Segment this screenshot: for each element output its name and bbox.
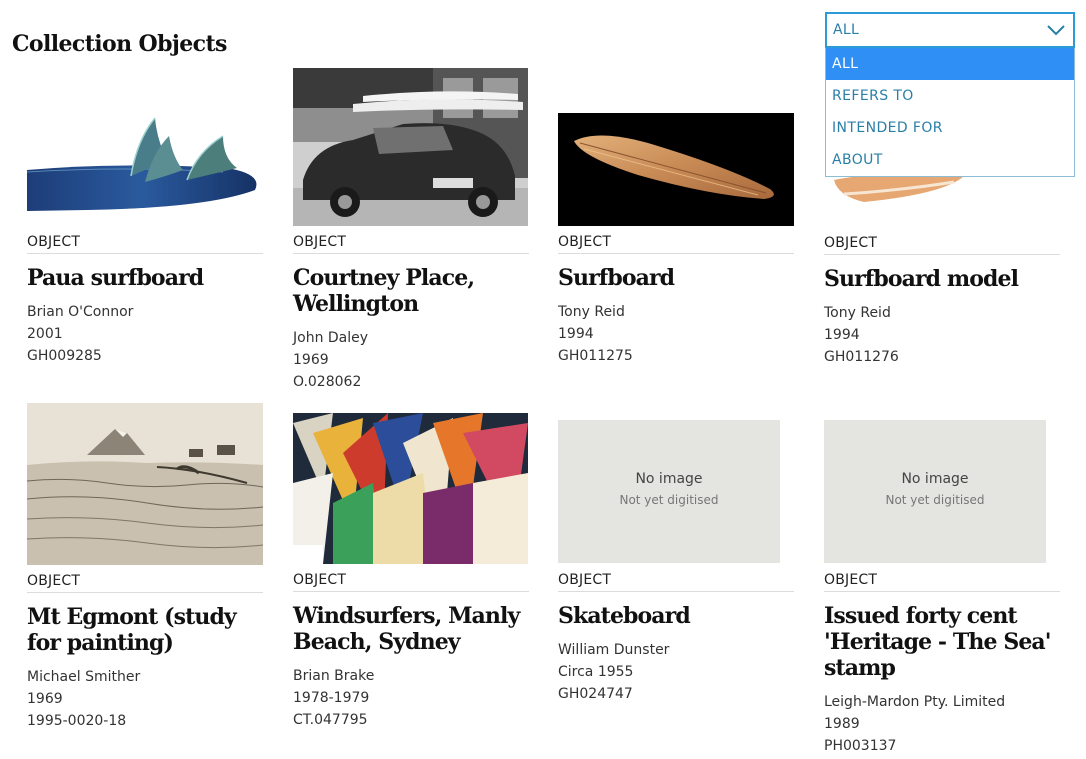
filter-option-all[interactable]: ALL [826,48,1074,80]
object-maker: Tony Reid [824,305,891,321]
object-title[interactable]: Paua surfboard [27,265,267,291]
no-image-title: No image [901,471,969,487]
object-maker: Leigh-Mardon Pty. Limited [824,694,1006,710]
filter-option-refers-to[interactable]: REFERS TO [826,80,1074,112]
object-date: 1969 [27,691,63,707]
object-type-label: OBJECT [27,234,263,254]
object-registration: GH011276 [824,349,899,365]
object-date: 1978-1979 [293,690,370,706]
object-registration: GH011275 [558,348,633,364]
object-registration: CT.047795 [293,712,368,728]
object-title[interactable]: Mt Egmont (study for painting) [27,604,267,656]
object-image[interactable] [27,110,263,214]
object-date: 1969 [293,352,329,368]
object-date: 1994 [824,327,860,343]
object-meta: Tony Reid 1994 GH011276 [824,302,899,368]
filter-option-about[interactable]: ABOUT [826,144,1074,176]
object-title[interactable]: Skateboard [558,603,798,629]
object-registration: PH003137 [824,738,897,754]
object-meta: Tony Reid 1994 GH011275 [558,301,633,367]
chevron-down-icon [1047,21,1065,40]
object-maker: William Dunster [558,642,670,658]
object-title[interactable]: Windsurfers, Manly Beach, Sydney [293,603,533,655]
object-registration: GH024747 [558,686,633,702]
object-maker: Brian O'Connor [27,304,134,320]
no-image-placeholder[interactable]: No image Not yet digitised [558,420,780,563]
object-maker: John Daley [293,330,369,346]
object-type-label: OBJECT [558,234,794,254]
object-meta: William Dunster Circa 1955 GH024747 [558,639,669,705]
object-meta: Leigh-Mardon Pty. Limited 1989 PH003137 [824,691,1005,757]
object-type-label: OBJECT [824,572,1060,592]
object-type-label: OBJECT [824,235,1060,255]
filter-options-menu: ALL REFERS TO INTENDED FOR ABOUT [825,48,1075,177]
object-date: 1994 [558,326,594,342]
object-type-label: OBJECT [27,573,263,593]
object-type-label: OBJECT [558,572,794,592]
object-type-label: OBJECT [293,234,529,254]
object-meta: John Daley 1969 O.028062 [293,327,368,393]
object-maker: Tony Reid [558,304,625,320]
object-maker: Brian Brake [293,668,375,684]
object-title[interactable]: Surfboard model [824,266,1064,292]
relation-filter-dropdown[interactable]: ALL ALL REFERS TO INTENDED FOR ABOUT [825,12,1075,177]
object-maker: Michael Smither [27,669,141,685]
object-title[interactable]: Surfboard [558,265,798,291]
no-image-placeholder[interactable]: No image Not yet digitised [824,420,1046,563]
page-title: Collection Objects [12,31,227,57]
object-date: 1989 [824,716,860,732]
object-image[interactable] [293,68,528,226]
object-registration: GH009285 [27,348,102,364]
selected-filter-value: ALL [833,22,860,38]
no-image-subtitle: Not yet digitised [619,493,719,507]
no-image-subtitle: Not yet digitised [885,493,985,507]
object-registration: O.028062 [293,374,362,390]
object-meta: Brian O'Connor 2001 GH009285 [27,301,133,367]
relation-filter-select[interactable]: ALL [825,12,1075,48]
object-date: Circa 1955 [558,664,634,680]
filter-option-intended-for[interactable]: INTENDED FOR [826,112,1074,144]
object-title[interactable]: Issued forty cent 'Heritage - The Sea' s… [824,603,1064,681]
object-image[interactable] [558,113,794,226]
no-image-title: No image [635,471,703,487]
object-date: 2001 [27,326,63,342]
object-meta: Brian Brake 1978-1979 CT.047795 [293,665,374,731]
object-title[interactable]: Courtney Place, Wellington [293,265,533,317]
object-image[interactable] [293,413,528,564]
object-image[interactable] [27,403,263,565]
object-type-label: OBJECT [293,572,529,592]
object-registration: 1995-0020-18 [27,713,127,729]
object-meta: Michael Smither 1969 1995-0020-18 [27,666,140,732]
